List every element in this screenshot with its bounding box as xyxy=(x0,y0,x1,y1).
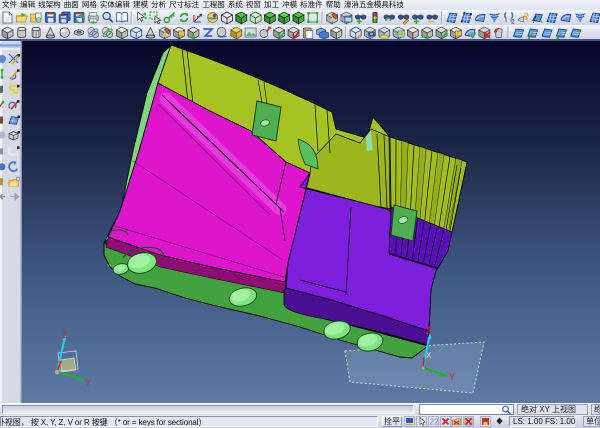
svg-text:X: X xyxy=(426,351,432,360)
svg-text:Z: Z xyxy=(426,326,432,336)
svg-text:Z: Z xyxy=(62,330,68,340)
svg-text:Y: Y xyxy=(449,372,455,382)
svg-text:22: 22 xyxy=(430,418,439,427)
svg-text:Y: Y xyxy=(85,378,91,388)
